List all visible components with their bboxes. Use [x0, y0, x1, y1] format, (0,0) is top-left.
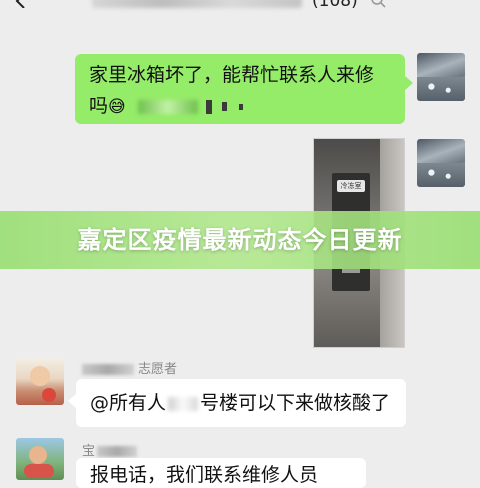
chevron-left-icon[interactable]: [14, 0, 28, 8]
fridge-indicator: [342, 269, 360, 273]
avatar-other[interactable]: [16, 438, 64, 480]
message-text: 吗: [89, 95, 109, 117]
message-text: 号楼可以下来做核酸了: [200, 392, 391, 414]
sender-name: 志愿者: [82, 358, 177, 377]
message-text-line2: 吗😅: [89, 91, 395, 123]
emoji-icon: 😅: [108, 97, 126, 117]
message-text: 报电话，我们联系维修人员: [90, 464, 319, 486]
pixel-mosaic: [205, 99, 212, 114]
message-text-line1: 家里冰箱坏了，能帮忙联系人来修: [89, 64, 375, 86]
sender-name-text: 志愿者: [138, 362, 178, 377]
pixel-mosaic: [238, 103, 243, 110]
avatar-self[interactable]: [417, 139, 465, 187]
image-label: 冷冻室: [337, 180, 365, 192]
redacted-text: [137, 99, 198, 114]
redacted-name: [82, 364, 134, 375]
redacted-name: [97, 446, 138, 457]
avatar-volunteer[interactable]: [16, 357, 64, 405]
bubble-tail: [68, 394, 76, 408]
chat-title-redacted: [92, 0, 302, 8]
message-bubble-other[interactable]: 报电话，我们联系维修人员: [76, 458, 366, 488]
member-count: (108): [312, 0, 358, 11]
bubble-tail: [405, 76, 413, 90]
message-bubble-own[interactable]: 家里冰箱坏了，能帮忙联系人来修 吗😅: [75, 54, 405, 124]
banner-title: 嘉定区疫情最新动态今日更新: [77, 226, 403, 254]
message-bubble-other[interactable]: @所有人 号楼可以下来做核酸了: [76, 379, 406, 427]
search-icon[interactable]: [370, 0, 386, 8]
pixel-mosaic: [221, 102, 227, 111]
redacted-number: [168, 396, 199, 411]
sender-name-text: 宝: [82, 444, 96, 459]
avatar-self[interactable]: [417, 53, 465, 101]
mention-text: @所有人: [90, 392, 167, 414]
sender-name: 宝: [82, 440, 141, 459]
headline-banner: 嘉定区疫情最新动态今日更新: [0, 211, 480, 269]
